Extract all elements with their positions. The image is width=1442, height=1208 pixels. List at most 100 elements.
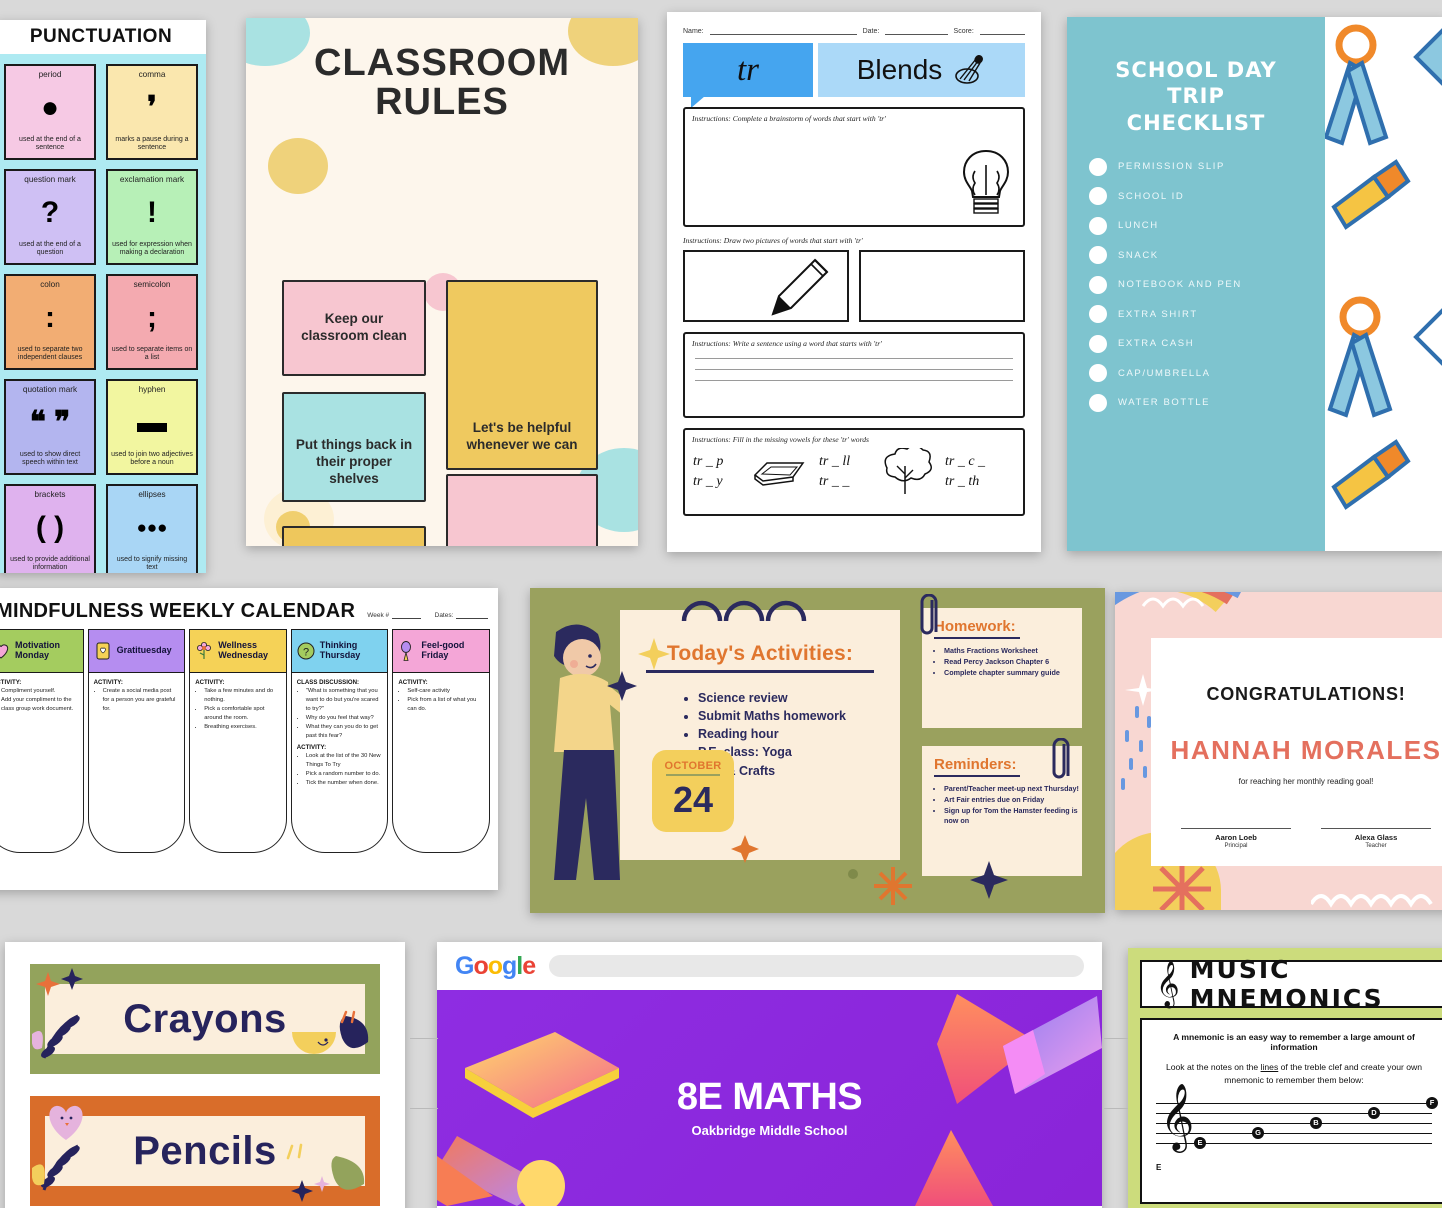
draw-instruction: Instructions: Draw two pictures of words… [683,236,863,245]
write-line[interactable] [695,369,1013,370]
punctuation-grid: period ● used at the end of a sentence c… [0,54,206,573]
punctuation-poster-card[interactable]: PUNCTUATION period ● used at the end of … [0,20,206,573]
supply-label-pencils[interactable]: Pencils [30,1096,380,1206]
sentence-section[interactable]: Instructions: Write a sentence using a w… [683,332,1025,418]
date-field-line[interactable] [885,26,948,35]
day-content[interactable]: CLASS DISCUSSION: "What is something tha… [290,673,389,853]
checkbox-icon[interactable] [1089,334,1107,353]
certificate-body: CONGRATULATIONS! HANNAH MORALES for reac… [1151,638,1442,866]
music-title: MUSIC MNEMONICS [1189,955,1384,1013]
date-badge: OCTOBER 24 [652,750,734,832]
vowel-word: tr _ p [693,453,724,469]
date-day: 24 [672,779,714,820]
brainstorm-section[interactable]: Instructions: Complete a brainstorm of w… [683,107,1025,227]
signature-name: Aaron Loeb [1215,833,1257,842]
rule-card[interactable]: Talk to the teacher if you have a proble… [446,473,598,546]
checklist-item[interactable]: WATER BOTTLE [1089,393,1325,412]
checkbox-icon[interactable] [1089,216,1107,235]
school-trip-checklist-card[interactable]: SCHOOL DAY TRIP CHECKLIST PERMISSION SLI… [1067,17,1442,551]
name-field-line[interactable] [709,26,857,35]
flower-icon [197,642,212,659]
note-f: F [1426,1096,1438,1109]
brainstorm-instruction: Instructions: Complete a brainstorm of w… [692,114,886,123]
homework-panel: Homework: Maths Fractions Worksheet Read… [922,608,1082,728]
score-field-line[interactable] [979,26,1025,35]
checkbox-icon[interactable] [1089,393,1107,412]
write-line[interactable] [695,358,1013,359]
signature-line: Aaron Loeb Principal [1181,828,1291,849]
checklist-item[interactable]: SNACK [1089,246,1325,265]
checklist-item-label: CAP/UMBRELLA [1118,367,1211,379]
rule-card[interactable]: Keep our classroom clean [282,279,426,376]
day-column-thursday[interactable]: ? Thinking Thursday CLASS DISCUSSION: "W… [290,629,389,853]
day-header: Motivation Monday [0,629,84,673]
vowel-row: tr _ p tr _ y tr _ ll tr _ _ tr _ c _ tr… [685,444,1023,504]
tr-blends-worksheet-card[interactable]: Name: Date: Score: tr Blends Instruction… [667,12,1041,552]
checklist-item-label: EXTRA SHIRT [1118,308,1198,320]
checkbox-icon[interactable] [1089,246,1107,265]
block-item: Tick the number when done. [306,779,383,788]
music-title-bar: 𝄞 MUSIC MNEMONICS [1140,955,1442,1013]
checklist-item[interactable]: EXTRA SHIRT [1089,305,1325,324]
draw-box-2[interactable] [859,250,1025,322]
music-mnemonics-card[interactable]: 𝄞 MUSIC MNEMONICS A mnemonic is an easy … [1128,948,1442,1208]
certificate-card[interactable]: CONGRATULATIONS! HANNAH MORALES for reac… [1115,592,1442,910]
checkbox-icon[interactable] [1089,187,1107,206]
leaf-icon [32,1144,80,1191]
google-logo[interactable]: Google [455,952,536,981]
day-column-wednesday[interactable]: Wellness Wednesday ACTIVITY: Take a few … [189,629,287,853]
punctuation-name: exclamation mark [119,175,185,184]
mindfulness-calendar-card[interactable]: MINDFULNESS WEEKLY CALENDAR Week # Dates… [0,588,498,890]
name-field-label: Name: [683,28,704,35]
vowel-word: tr _ _ [819,474,850,489]
google-classroom-card[interactable]: Google 8E MATHS Oakbridge Middle School [437,942,1102,1208]
checklist-item[interactable]: SCHOOL ID [1089,187,1325,206]
checklist-item-label: LUNCH [1118,220,1159,232]
dates-line[interactable] [456,611,489,619]
label-text: Crayons [123,996,287,1041]
dot-decor [848,869,858,879]
supply-label-crayons[interactable]: Crayons [30,964,380,1074]
rule-card[interactable]: Put things back in their proper shelves [282,391,426,502]
rule-card[interactable]: Let's all do our best! [282,525,426,546]
supply-labels-card[interactable]: Crayons Pencils [5,942,405,1208]
block-heading: ACTIVITY: [398,679,428,686]
day-header: Feel-good Friday [392,629,490,673]
checkbox-icon[interactable] [1089,364,1107,383]
block-heading: ACTIVITY: [195,679,225,686]
day-content[interactable]: ACTIVITY: Create a social media post for… [87,673,186,853]
checklist-item[interactable]: PERMISSION SLIP [1089,157,1325,176]
score-field-label: Score: [953,28,974,35]
day-content[interactable]: ACTIVITY: Self-care activity Pick from a… [392,673,490,853]
punctuation-glyph: ▬ [137,406,167,440]
checklist-item[interactable]: LUNCH [1089,216,1325,235]
day-name: Gratituesday [116,645,172,656]
week-field[interactable]: Week # [367,611,421,619]
rule-card[interactable]: Let's be helpful whenever we can [446,279,598,470]
vowels-section[interactable]: Instructions: Fill in the missing vowels… [683,428,1025,516]
checkbox-icon[interactable] [1089,157,1107,176]
mnemonic-instruction: Look at the notes on the lines of the tr… [1156,1061,1432,1087]
day-column-friday[interactable]: Feel-good Friday ACTIVITY: Self-care act… [392,629,490,853]
write-line[interactable] [695,380,1013,381]
dates-field[interactable]: Dates: [435,611,489,619]
classroom-rules-card[interactable]: CLASSROOM RULES Keep our classroom clean… [246,18,638,546]
checkbox-icon[interactable] [1089,305,1107,324]
day-content[interactable]: ACTIVITY: Compliment yourself. Add your … [0,673,84,853]
checkbox-icon[interactable] [1089,275,1107,294]
note-e: E [1194,1136,1206,1149]
day-column-tuesday[interactable]: Gratituesday ACTIVITY: Create a social m… [87,629,186,853]
week-line[interactable] [392,611,421,619]
answer-prompt: E [1156,1162,1162,1172]
checklist-item[interactable]: NOTEBOOK AND PEN [1089,275,1325,294]
checklist-item[interactable]: EXTRA CASH [1089,334,1325,353]
certificate-subtitle: for reaching her monthly reading goal! [1238,777,1374,786]
todays-activities-slide-card[interactable]: Today's Activities: Science review Submi… [530,588,1105,913]
punctuation-name: brackets [34,490,66,499]
block-heading: ACTIVITY: [0,679,22,686]
punctuation-glyph: ? [40,196,60,230]
day-content[interactable]: ACTIVITY: Take a few minutes and do noth… [189,673,287,853]
search-input[interactable] [549,955,1084,977]
day-column-monday[interactable]: Motivation Monday ACTIVITY: Compliment y… [0,629,84,853]
checklist-item[interactable]: CAP/UMBRELLA [1089,364,1325,383]
